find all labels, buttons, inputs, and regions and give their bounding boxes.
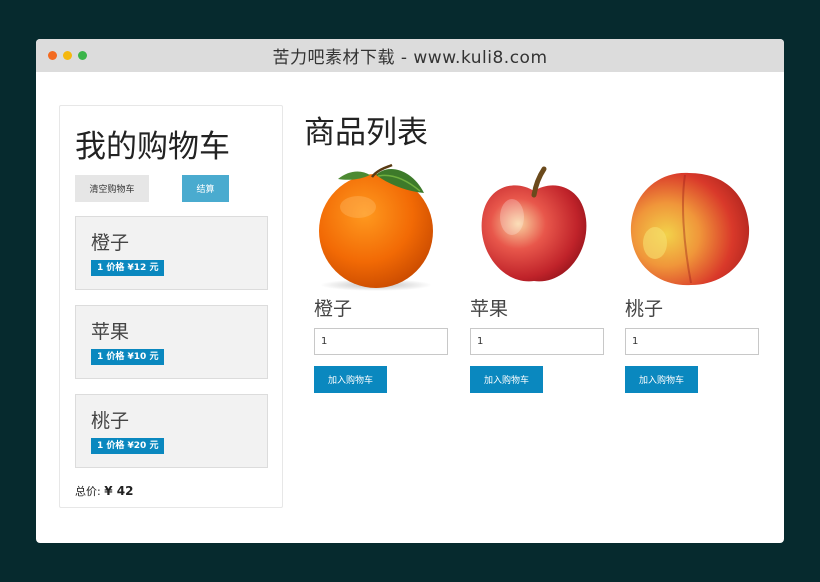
window-controls (48, 51, 87, 60)
peach-image (619, 161, 759, 291)
clear-cart-button[interactable]: 清空购物车 (75, 175, 149, 202)
cart-item-price-badge: 1 价格 ¥10 元 (91, 349, 165, 365)
cart-title: 我的购物车 (75, 129, 230, 165)
browser-window: 苦力吧素材下载 - www.kuli8.com 我的购物车 清空购物车 结算 橙… (36, 39, 784, 543)
orange-image (308, 161, 448, 291)
cart-list: 橙子 1 价格 ¥12 元 苹果 1 价格 ¥10 元 桃子 1 价格 ¥20 … (75, 216, 268, 468)
close-dot-icon[interactable] (48, 51, 57, 60)
cart-item-name: 橙子 (91, 232, 130, 254)
checkout-button[interactable]: 结算 (182, 175, 229, 202)
apple-image (464, 161, 604, 291)
add-to-cart-button[interactable]: 加入购物车 (625, 366, 698, 393)
product-card-orange: 橙子 加入购物车 (308, 161, 448, 393)
product-name: 桃子 (625, 298, 664, 320)
cart-item-price-badge: 1 价格 ¥20 元 (91, 438, 165, 454)
maximize-dot-icon[interactable] (78, 51, 87, 60)
quantity-input[interactable] (314, 328, 448, 355)
quantity-input[interactable] (470, 328, 604, 355)
add-to-cart-button[interactable]: 加入购物车 (314, 366, 387, 393)
product-name: 苹果 (470, 298, 509, 320)
cart-panel: 我的购物车 清空购物车 结算 橙子 1 价格 ¥12 元 苹果 1 价格 ¥10… (59, 105, 283, 508)
cart-total-label: 总价: (75, 485, 101, 498)
product-card-apple: 苹果 加入购物车 (464, 161, 604, 393)
window-title: 苦力吧素材下载 - www.kuli8.com (272, 48, 548, 68)
cart-item-orange: 橙子 1 价格 ¥12 元 (75, 216, 268, 290)
title-bar: 苦力吧素材下载 - www.kuli8.com (36, 39, 784, 72)
cart-item-name: 苹果 (91, 321, 130, 343)
cart-actions: 清空购物车 结算 (75, 175, 267, 202)
products-title: 商品列表 (304, 115, 428, 151)
cart-item-name: 桃子 (91, 410, 130, 432)
cart-item-price-badge: 1 价格 ¥12 元 (91, 260, 165, 276)
minimize-dot-icon[interactable] (63, 51, 72, 60)
quantity-input[interactable] (625, 328, 759, 355)
product-name: 橙子 (314, 298, 353, 320)
product-card-peach: 桃子 加入购物车 (619, 161, 759, 393)
cart-item-apple: 苹果 1 价格 ¥10 元 (75, 305, 268, 379)
cart-item-peach: 桃子 1 价格 ¥20 元 (75, 394, 268, 468)
cart-total-value: ¥ 42 (104, 484, 134, 498)
cart-total: 总价: ¥ 42 (75, 483, 267, 499)
add-to-cart-button[interactable]: 加入购物车 (470, 366, 543, 393)
